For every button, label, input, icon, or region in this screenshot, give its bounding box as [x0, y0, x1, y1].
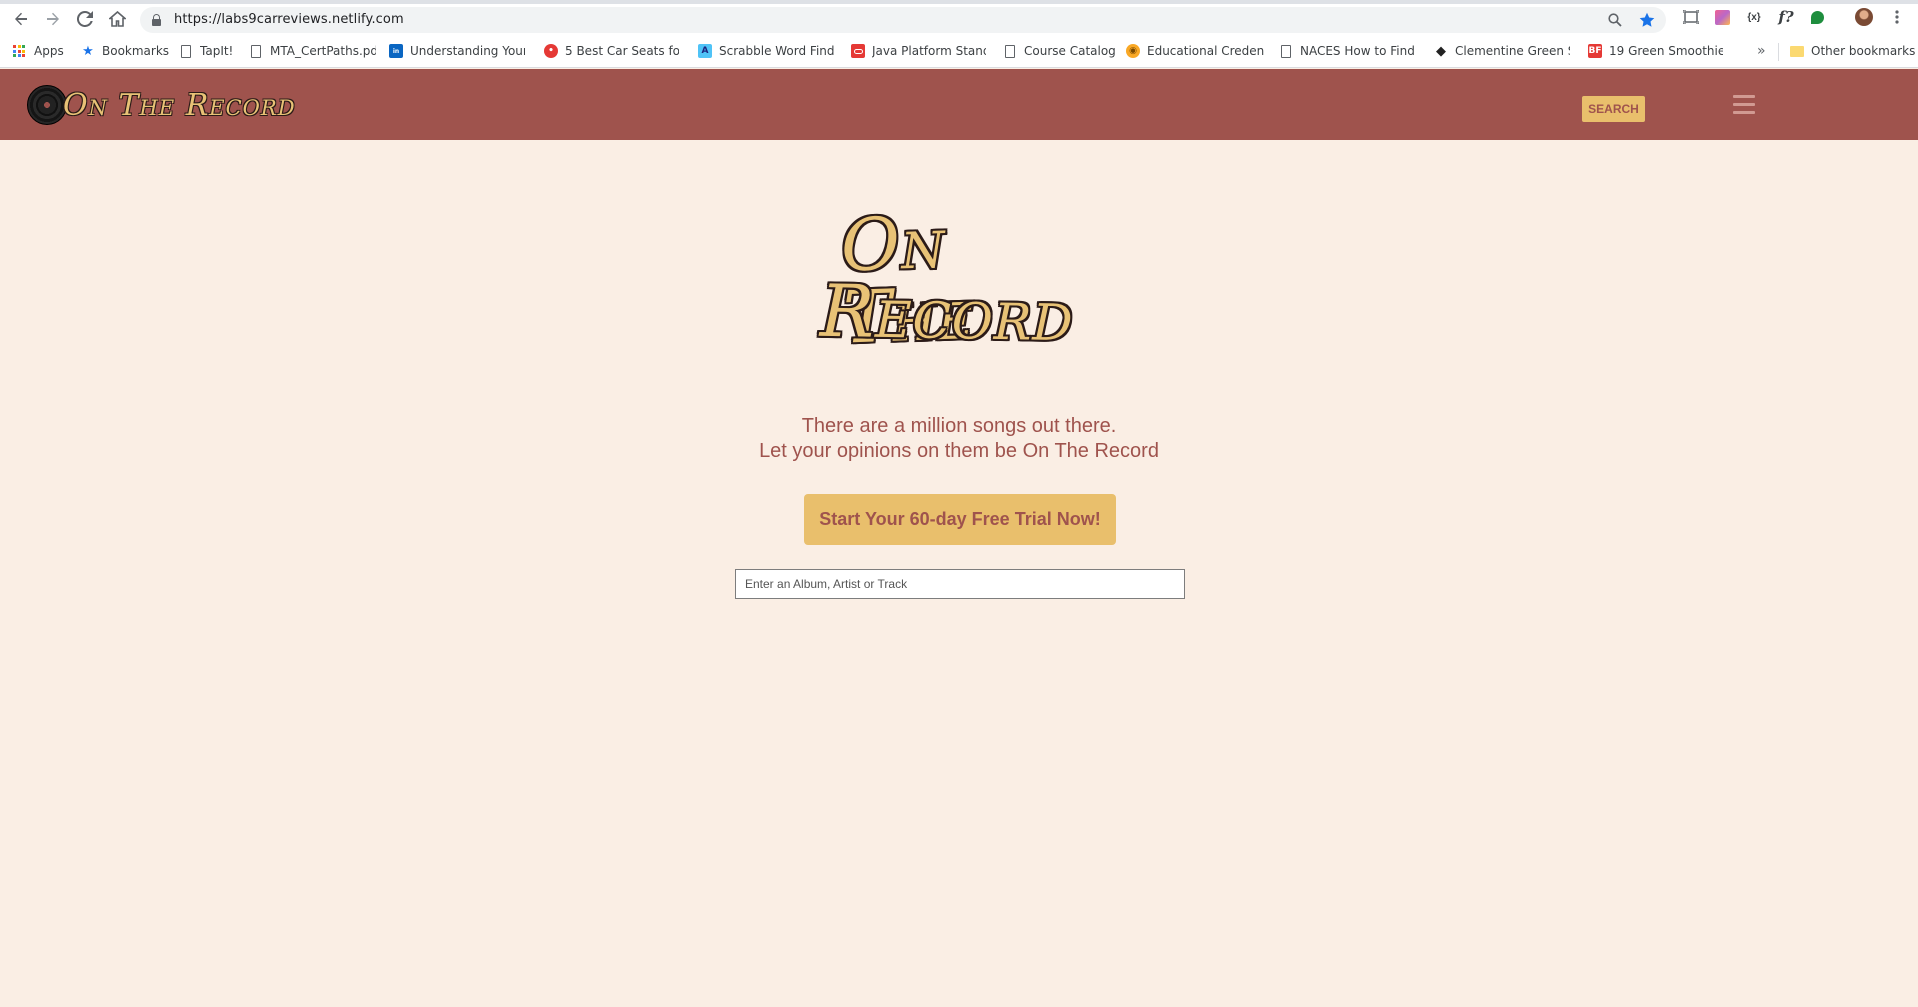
page-icon	[181, 44, 191, 58]
forward-button[interactable]	[42, 8, 64, 30]
bookmarks-bar: Apps ★ Bookmarks TapIt! MTA_CertPaths.pd…	[0, 38, 1918, 64]
other-bookmarks[interactable]: Other bookmarks	[1790, 42, 1915, 60]
vinyl-record-icon	[27, 85, 67, 125]
bookmark-label: TapIt!	[200, 44, 234, 58]
screen-capture-icon[interactable]	[1682, 8, 1700, 26]
forward-arrow-icon	[47, 12, 59, 26]
bookmark-green-smoothies[interactable]: BF 19 Green Smoothies	[1588, 42, 1723, 60]
bookmark-understanding-your[interactable]: in Understanding Your I	[389, 42, 525, 60]
bookmark-clementine-green[interactable]: ◆ Clementine Green Sm	[1434, 42, 1570, 60]
green-extension-icon[interactable]	[1808, 8, 1826, 26]
bookmark-label: Apps	[34, 44, 64, 58]
home-icon	[108, 11, 126, 27]
address-bar[interactable]: https://labs9carreviews.netlify.com	[140, 7, 1666, 33]
page-icon	[1281, 44, 1291, 58]
bookmark-scrabble[interactable]: A Scrabble Word Finde	[698, 42, 834, 60]
orange-circle-icon: ◉	[1126, 44, 1140, 58]
profile-avatar-icon[interactable]	[1855, 8, 1873, 26]
url-text[interactable]: https://labs9carreviews.netlify.com	[174, 12, 404, 27]
hero-logo: On The Record	[819, 200, 1100, 360]
bookmark-course-catalog[interactable]: Course Catalog	[1005, 42, 1116, 60]
bookmark-bookmarks[interactable]: ★ Bookmarks	[81, 42, 169, 60]
bookmark-label: 5 Best Car Seats for Y	[565, 44, 679, 58]
red-circle-icon: •	[544, 44, 558, 58]
tagline-line2: Let your opinions on them be On The Reco…	[759, 440, 1159, 462]
scrabble-icon: A	[698, 44, 712, 58]
page-icon	[1005, 44, 1015, 58]
star-icon: ★	[82, 43, 94, 59]
header-logo[interactable]: On The Record	[27, 84, 296, 126]
browser-menu-icon[interactable]	[1888, 8, 1906, 26]
site-header: On The Record SEARCH	[0, 69, 1918, 140]
album-search-input[interactable]	[735, 569, 1185, 599]
free-trial-button[interactable]: Start Your 60-day Free Trial Now!	[804, 494, 1116, 545]
bookmark-label: MTA_CertPaths.pdf	[270, 44, 376, 58]
json-extension-icon[interactable]: {x}	[1745, 8, 1763, 26]
page-icon	[251, 44, 261, 58]
font-finder-icon[interactable]: f?	[1777, 8, 1795, 26]
bookmark-label: Java Platform Standa	[872, 44, 986, 58]
bookmark-educational-credentials[interactable]: ◉ Educational Credenti	[1126, 42, 1264, 60]
header-search-button[interactable]: SEARCH	[1582, 96, 1645, 122]
reload-icon	[77, 11, 93, 27]
lock-icon	[152, 14, 161, 26]
bookmark-label: Clementine Green Sm	[1455, 44, 1570, 58]
zoom-icon[interactable]	[1606, 11, 1624, 29]
oracle-icon	[851, 44, 865, 58]
bookmark-label: 19 Green Smoothies	[1609, 44, 1723, 58]
overflow-chevron-icon: »	[1757, 43, 1766, 59]
home-button[interactable]	[106, 8, 128, 30]
bookmark-naces[interactable]: NACES How to Find a	[1281, 42, 1418, 60]
browser-toolbar: https://labs9carreviews.netlify.com {x} …	[0, 4, 1918, 34]
back-arrow-icon	[15, 12, 27, 26]
header-logo-text: On The Record	[63, 87, 296, 123]
bookmark-label: Bookmarks	[102, 44, 170, 58]
folder-icon	[1790, 45, 1804, 57]
reload-button[interactable]	[74, 8, 96, 30]
browser-chrome: https://labs9carreviews.netlify.com {x} …	[0, 0, 1918, 68]
bookmark-label: Course Catalog	[1024, 44, 1116, 58]
tagline: There are a million songs out there. Let…	[0, 414, 1918, 464]
bookmark-label: NACES How to Find a	[1300, 44, 1418, 58]
tagline-line1: There are a million songs out there.	[801, 415, 1117, 437]
bookmarks-overflow-button[interactable]: »	[1757, 42, 1766, 60]
hamburger-menu-icon[interactable]	[1733, 95, 1755, 115]
color-extension-icon[interactable]	[1713, 8, 1731, 26]
bookmark-label: Other bookmarks	[1811, 44, 1916, 58]
back-button[interactable]	[10, 8, 32, 30]
bookmark-apps[interactable]: Apps	[13, 42, 64, 60]
apps-grid-icon	[13, 45, 25, 57]
bookmarks-divider	[1778, 43, 1779, 61]
hero-logo-line2: Record	[819, 268, 1075, 358]
bookmark-tapit[interactable]: TapIt!	[181, 42, 233, 60]
linkedin-icon: in	[389, 44, 403, 58]
bookmark-java-platform[interactable]: Java Platform Standa	[851, 42, 986, 60]
bookmark-car-seats[interactable]: • 5 Best Car Seats for Y	[544, 42, 679, 60]
bookmark-label: Understanding Your I	[410, 44, 525, 58]
bookmark-star-icon[interactable]	[1638, 11, 1656, 29]
blender-icon: ◆	[1436, 43, 1446, 59]
bookmark-label: Educational Credenti	[1147, 44, 1264, 58]
bookmark-mta-certpaths[interactable]: MTA_CertPaths.pdf	[251, 42, 376, 60]
bookmark-label: Scrabble Word Finde	[719, 44, 834, 58]
bf-icon: BF	[1588, 44, 1602, 58]
